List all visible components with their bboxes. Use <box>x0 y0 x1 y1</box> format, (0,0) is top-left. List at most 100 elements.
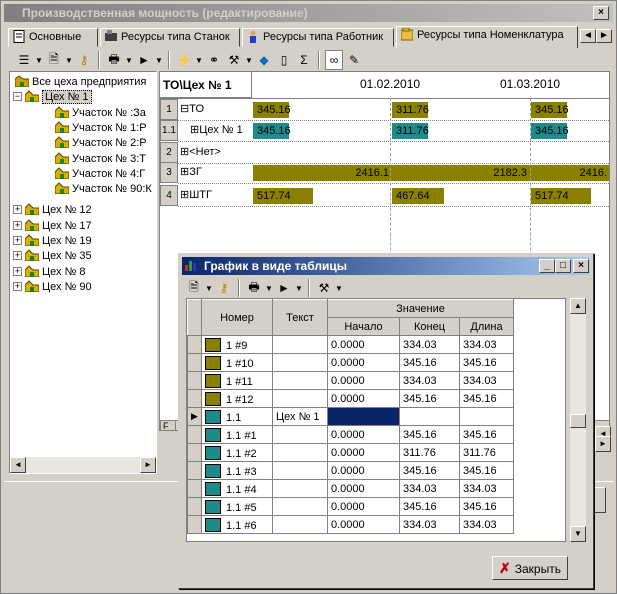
play-icon[interactable]: ► <box>135 50 153 70</box>
cell-length[interactable]: 334.03 <box>459 515 514 534</box>
gantt-bar[interactable]: 2416.1 <box>253 165 393 181</box>
list-view-dropdown-icon[interactable]: ▼ <box>35 50 43 70</box>
cell-start[interactable]: 0.0000 <box>327 461 400 480</box>
gantt-bar[interactable]: 345.16 <box>531 123 569 139</box>
expand-icon[interactable]: + <box>13 236 22 245</box>
gantt-row-label[interactable]: ⊞ЗГ <box>180 165 202 178</box>
tree-item[interactable]: + Цех № 12 <box>13 202 92 218</box>
tree-item[interactable]: + Цех № 35 <box>13 248 92 264</box>
diamond-icon[interactable]: ◆ <box>255 50 273 70</box>
col-length[interactable]: Длина <box>459 317 514 336</box>
cell-text[interactable] <box>272 497 328 516</box>
cell-text[interactable] <box>272 425 328 444</box>
gantt-row-label[interactable]: ⊞ШТГ <box>180 188 212 201</box>
cell-text[interactable] <box>272 371 328 390</box>
row-indicator[interactable] <box>187 353 202 372</box>
tree-item[interactable]: Участок № 4:Г <box>54 166 145 182</box>
key-icon[interactable]: ⚷ <box>215 278 233 298</box>
cell-length[interactable]: 334.03 <box>459 335 514 354</box>
page-dropdown-icon[interactable]: ▼ <box>205 278 213 298</box>
row-indicator[interactable] <box>187 371 202 390</box>
notes-icon[interactable]: ✎ <box>345 50 363 70</box>
play-icon[interactable]: ► <box>275 278 293 298</box>
tree-item[interactable]: Участок № 2:Р <box>54 135 147 151</box>
tree-root[interactable]: Все цеха предприятия <box>14 74 146 90</box>
table-row[interactable]: 1.1 #4 0.0000 334.03 334.03 <box>187 479 514 498</box>
filter-dropdown-icon[interactable]: ▼ <box>195 50 203 70</box>
cell-length[interactable] <box>459 407 514 426</box>
scroll-thumb[interactable] <box>570 414 586 428</box>
cell-start[interactable] <box>327 407 400 426</box>
gantt-row-label[interactable]: ⊞Цех № 1 <box>190 123 243 136</box>
print-dropdown-icon[interactable]: ▼ <box>125 50 133 70</box>
cell-number[interactable]: 1 #12 <box>201 389 273 408</box>
cell-start[interactable]: 0.0000 <box>327 335 400 354</box>
table-row[interactable]: 1.1 #6 0.0000 334.03 334.03 <box>187 515 514 534</box>
cell-length[interactable]: 334.03 <box>459 371 514 390</box>
close-button[interactable]: ✗ Закрыть <box>492 556 568 580</box>
gantt-bar[interactable]: 311.76 <box>392 102 429 118</box>
cell-end[interactable] <box>399 407 460 426</box>
cell-text[interactable] <box>272 443 328 462</box>
cell-number[interactable]: 1.1 #5 <box>201 497 273 516</box>
gantt-row-number[interactable]: 1.1 <box>160 120 178 141</box>
tools-icon[interactable]: ⚒ <box>315 278 333 298</box>
cell-end[interactable]: 334.03 <box>399 335 460 354</box>
cell-start[interactable]: 0.0000 <box>327 353 400 372</box>
scroll-right-icon[interactable]: ► <box>140 457 156 473</box>
scroll-left-icon[interactable]: ◄ <box>10 457 26 473</box>
gantt-row-number[interactable]: 3 <box>160 162 178 183</box>
cell-end[interactable]: 334.03 <box>399 479 460 498</box>
tree-item[interactable]: + Цех № 17 <box>13 218 92 234</box>
cell-start[interactable]: 0.0000 <box>327 371 400 390</box>
col-text[interactable]: Текст <box>272 299 328 336</box>
cell-length[interactable]: 311.76 <box>459 443 514 462</box>
dialog-minimize-button[interactable]: _ <box>539 259 555 273</box>
cell-number[interactable]: 1.1 #6 <box>201 515 273 534</box>
page-icon[interactable]: 🗎 <box>185 278 203 298</box>
collapse-icon[interactable]: − <box>13 92 22 101</box>
binoculars-icon[interactable]: ⚭ <box>205 50 223 70</box>
tree-item[interactable]: + Цех № 19 <box>13 233 92 249</box>
tree-item[interactable]: Участок № 1:Р <box>54 120 147 136</box>
gantt-row-number[interactable]: 2 <box>160 142 178 163</box>
cell-length[interactable]: 345.16 <box>459 497 514 516</box>
cell-length[interactable]: 334.03 <box>459 479 514 498</box>
cell-start[interactable]: 0.0000 <box>327 479 400 498</box>
print-icon[interactable]: 🖶 <box>105 50 123 70</box>
cell-end[interactable]: 334.03 <box>399 515 460 534</box>
row-indicator[interactable] <box>187 461 202 480</box>
row-indicator[interactable] <box>187 515 202 534</box>
cell-end[interactable]: 345.16 <box>399 497 460 516</box>
cell-text[interactable] <box>272 515 328 534</box>
table-row[interactable]: 1 #12 0.0000 345.16 345.16 <box>187 389 514 408</box>
cell-text[interactable] <box>272 479 328 498</box>
cell-end[interactable]: 345.16 <box>399 461 460 480</box>
cell-start[interactable]: 0.0000 <box>327 497 400 516</box>
tab-workers[interactable]: Ресурсы типа Работник <box>242 28 394 47</box>
gantt-row-label[interactable]: ⊟ТО <box>180 102 204 115</box>
blank-page-icon[interactable]: ▯ <box>275 50 293 70</box>
print-icon[interactable]: 🖶 <box>245 278 263 298</box>
cell-length[interactable]: 345.16 <box>459 425 514 444</box>
cell-length[interactable]: 345.16 <box>459 461 514 480</box>
tree-item[interactable]: Участок № 3:Т <box>54 151 146 167</box>
cell-end[interactable]: 334.03 <box>399 371 460 390</box>
row-indicator[interactable] <box>187 425 202 444</box>
gantt-row-label[interactable]: ⊞<Нет> <box>180 145 221 158</box>
scroll-up-icon[interactable]: ▲ <box>570 298 586 314</box>
cell-number[interactable]: 1.1 #3 <box>201 461 273 480</box>
gantt-bar[interactable]: 517.74 <box>253 188 313 204</box>
tree-item[interactable]: Участок № 90:К <box>54 181 152 197</box>
row-indicator[interactable] <box>187 389 202 408</box>
gantt-bar[interactable]: 2182.3 <box>393 165 531 181</box>
table-row[interactable]: 1 #10 0.0000 345.16 345.16 <box>187 353 514 372</box>
tab-main[interactable]: Основные <box>8 28 98 47</box>
cell-number[interactable]: 1.1 #2 <box>201 443 273 462</box>
cell-start[interactable]: 0.0000 <box>327 443 400 462</box>
cell-start[interactable]: 0.0000 <box>327 389 400 408</box>
cell-end[interactable]: 311.76 <box>399 443 460 462</box>
tree-item[interactable]: + Цех № 90 <box>13 279 92 295</box>
filter-icon[interactable]: ⚡ <box>175 50 193 70</box>
tools-dropdown-icon[interactable]: ▼ <box>245 50 253 70</box>
